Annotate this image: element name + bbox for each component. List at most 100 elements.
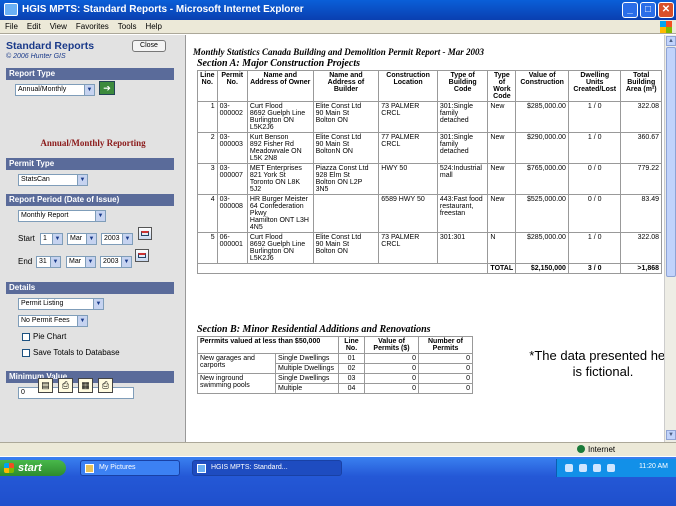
table-cell: 77 PALMER CRCL — [378, 132, 438, 164]
tray-icon[interactable] — [565, 464, 573, 472]
report-area: Monthly Statistics Canada Building and D… — [187, 35, 664, 442]
windows-logo-icon — [660, 21, 672, 33]
minimum-value-input[interactable]: 0 — [18, 387, 134, 399]
table-cell: 03-000003 — [216, 132, 248, 164]
table-cell: 83.49 — [620, 194, 662, 233]
col-header: Total Building Area (m²) — [620, 70, 662, 102]
scroll-down-icon[interactable]: ▼ — [666, 430, 676, 440]
pie-chart-checkbox[interactable] — [22, 333, 30, 341]
ie-icon — [197, 464, 206, 473]
print-icon[interactable]: ⎙ — [58, 378, 73, 393]
tray-icon[interactable] — [579, 464, 587, 472]
table-cell: 0 — [418, 363, 473, 374]
table-cell: 1 — [197, 101, 218, 133]
start-month-select[interactable]: Mar ▼ — [67, 233, 97, 245]
table-cell: 443:Fast food restaurant, freestan — [436, 194, 489, 233]
menu-help[interactable]: Help — [140, 20, 165, 31]
report-title: Monthly Statistics Canada Building and D… — [193, 47, 485, 57]
fees-select[interactable]: No Permit Fees ▼ — [18, 315, 88, 327]
table-cell: Multiple — [275, 383, 339, 394]
table-cell: 03-000002 — [216, 101, 248, 133]
table-cell: Elite Const Ltd 90 Main St Bolton ON — [312, 101, 380, 133]
menu-view[interactable]: View — [45, 20, 71, 31]
menu-tools[interactable]: Tools — [113, 20, 141, 31]
table-cell: 322.08 — [620, 232, 662, 264]
total-area: >1,868 — [620, 263, 662, 274]
go-arrow-icon[interactable]: ➔ — [99, 81, 115, 95]
end-calendar-icon[interactable] — [135, 249, 149, 262]
report-type-select[interactable]: Annual/Monthly ▼ — [15, 84, 95, 96]
group-label: New inground swimming pools — [197, 373, 276, 394]
close-window-button[interactable]: ✕ — [658, 2, 674, 18]
menu-edit[interactable]: Edit — [22, 20, 45, 31]
table-cell — [312, 194, 380, 233]
table-cell: 0 — [364, 353, 419, 364]
total-row: TOTAL $2,150,000 3 / 0 >1,868 — [196, 263, 662, 274]
table-cell: $765,000.00 — [515, 163, 569, 195]
table-cell: Elite Const Ltd 90 Main St BoltonN ON — [312, 132, 380, 164]
table-cell: MET Enterprises 821 York St Toronto ON L… — [246, 163, 314, 195]
menu-file[interactable]: File — [0, 20, 22, 31]
table-cell: 04 — [338, 383, 365, 394]
ie-icon — [4, 3, 18, 16]
col-header: Construction Location — [378, 70, 438, 102]
save-totals-checkbox[interactable] — [22, 349, 30, 357]
windows-flag-icon — [4, 463, 14, 473]
fictional-data-notice: *The data presented here is fictional. — [529, 348, 664, 379]
group-label: New garages and carports — [197, 353, 276, 374]
table-row: 1 03-000002 Curt Flood 8692 Guelph Line Bu… — [197, 101, 662, 133]
table-cell: N — [487, 232, 517, 264]
table-cell: 02 — [338, 363, 365, 374]
table-cell: 0 — [364, 383, 419, 394]
end-year-select[interactable]: 2003 ▼ — [100, 256, 132, 268]
start-day-select[interactable]: 1 ▼ — [40, 233, 63, 245]
col-header: Line No. — [338, 336, 365, 354]
table-cell: 03-000007 — [216, 163, 248, 195]
section-a-title: Section A: Major Construction Projects — [197, 58, 360, 69]
menu-bar: File Edit View Favorites Tools Help — [0, 20, 676, 34]
sidebar-copyright: © 2006 Hunter GIS — [6, 53, 66, 60]
vertical-scrollbar[interactable]: ▲ ▼ — [664, 35, 676, 442]
minimize-button[interactable]: _ — [622, 2, 638, 18]
start-year-select[interactable]: 2003 ▼ — [101, 233, 133, 245]
scroll-thumb[interactable] — [666, 47, 676, 277]
end-day-select[interactable]: 31 ▼ — [36, 256, 61, 268]
maximize-button[interactable]: □ — [640, 2, 656, 18]
table-cell: Curt Flood 8692 Guelph Line Burlington O… — [246, 101, 314, 133]
task-my-pictures[interactable]: My Pictures — [80, 460, 180, 476]
speaker-icon[interactable] — [607, 464, 615, 472]
save-totals-label: Save Totals to Database — [33, 348, 120, 357]
start-calendar-icon[interactable] — [138, 227, 152, 240]
total-value: $2,150,000 — [515, 263, 569, 274]
table-cell: Elite Const Ltd 90 Main St Bolton ON — [312, 232, 380, 264]
permit-type-heading: Permit Type — [6, 158, 174, 170]
col-header: Value of Permits ($) — [364, 336, 419, 354]
table-cell: Kurt Benson 892 Fisher Rd Meadowvale ON … — [246, 132, 314, 164]
col-header: Number of Permits — [418, 336, 473, 354]
menu-favorites[interactable]: Favorites — [71, 20, 113, 31]
period-select[interactable]: Monthly Report ▼ — [18, 210, 106, 222]
details-listing-select[interactable]: Permit Listing ▼ — [18, 298, 104, 310]
table-cell: 4 — [197, 194, 218, 233]
table-cell: 01 — [338, 353, 365, 364]
export-icon[interactable]: ▦ — [78, 378, 93, 393]
details-heading: Details — [6, 282, 174, 294]
start-button[interactable]: start — [0, 460, 66, 476]
table-cell: 779.22 — [620, 163, 662, 195]
task-ie-window[interactable]: HGIS MPTS: Standard... — [192, 460, 342, 476]
printer-icon[interactable]: ⎙ — [98, 378, 113, 393]
col-header: Line No. — [197, 70, 218, 102]
document-icon[interactable]: ▤ — [38, 378, 53, 393]
taskbar: start My Pictures HGIS MPTS: Standard...… — [0, 457, 676, 506]
permit-type-select[interactable]: StatsCan ▼ — [18, 174, 88, 186]
report-sidebar: Standard Reports © 2006 Hunter GIS Close… — [0, 35, 186, 442]
col-header: Perrmits valued at less than $50,000 — [197, 336, 339, 354]
scroll-up-icon[interactable]: ▲ — [666, 36, 676, 46]
sidebar-close-button[interactable]: Close — [132, 40, 166, 52]
table-cell: 03 — [338, 373, 365, 384]
table-row: 5 06-000001 Curt Flood 8692 Guelph Line Bu… — [197, 232, 662, 264]
report-period-heading: Report Period (Date of Issue) — [6, 194, 174, 206]
end-month-select[interactable]: Mar ▼ — [66, 256, 96, 268]
sidebar-title: Standard Reports — [6, 40, 95, 52]
tray-icon[interactable] — [593, 464, 601, 472]
